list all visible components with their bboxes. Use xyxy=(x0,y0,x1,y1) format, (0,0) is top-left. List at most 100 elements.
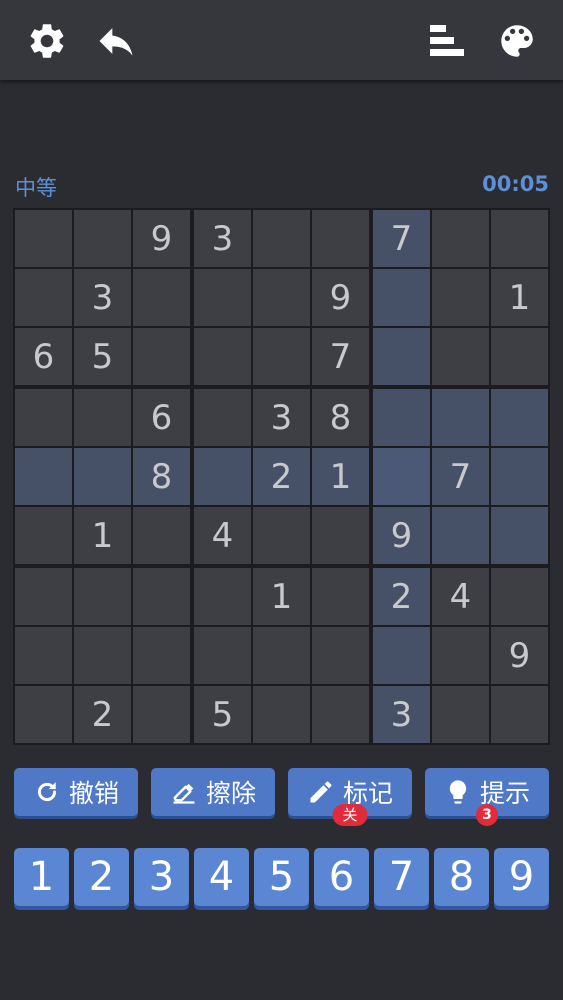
cell-r4-c7[interactable] xyxy=(373,389,430,446)
cell-r2-c5[interactable] xyxy=(253,269,310,326)
cell-r9-c1[interactable] xyxy=(15,686,72,743)
cell-r5-c1[interactable] xyxy=(15,448,72,505)
cell-r7-c5[interactable]: 1 xyxy=(253,568,310,625)
cell-r7-c8[interactable]: 4 xyxy=(432,568,489,625)
number-button-9[interactable]: 9 xyxy=(494,848,549,906)
theme-button[interactable] xyxy=(494,18,540,64)
cell-r4-c9[interactable] xyxy=(491,389,548,446)
cell-r3-c9[interactable] xyxy=(491,328,548,385)
undo-top-button[interactable] xyxy=(93,18,139,64)
cell-r4-c3[interactable]: 6 xyxy=(133,389,190,446)
cell-r2-c1[interactable] xyxy=(15,269,72,326)
cell-r9-c2[interactable]: 2 xyxy=(74,686,131,743)
cell-r9-c8[interactable] xyxy=(432,686,489,743)
cell-r6-c1[interactable] xyxy=(15,507,72,564)
stats-button[interactable] xyxy=(424,18,470,64)
top-toolbar xyxy=(0,0,563,80)
cell-r4-c4[interactable] xyxy=(194,389,251,446)
cell-r6-c8[interactable] xyxy=(432,507,489,564)
cell-r5-c4[interactable] xyxy=(194,448,251,505)
cell-r8-c7[interactable] xyxy=(373,627,430,684)
cell-r1-c6[interactable] xyxy=(312,210,369,267)
cell-r6-c2[interactable]: 1 xyxy=(74,507,131,564)
cell-r4-c1[interactable] xyxy=(15,389,72,446)
cell-r3-c1[interactable]: 6 xyxy=(15,328,72,385)
cell-r6-c6[interactable] xyxy=(312,507,369,564)
cell-r5-c3[interactable]: 8 xyxy=(133,448,190,505)
cell-r8-c9[interactable]: 9 xyxy=(491,627,548,684)
pencil-icon xyxy=(310,781,332,803)
cell-r3-c7[interactable] xyxy=(373,328,430,385)
cell-r5-c6[interactable]: 1 xyxy=(312,448,369,505)
erase-button[interactable]: 擦除 xyxy=(151,768,275,816)
undo-button[interactable]: 撤销 xyxy=(14,768,138,816)
cell-r8-c4[interactable] xyxy=(194,627,251,684)
number-button-5[interactable]: 5 xyxy=(254,848,309,906)
cell-r3-c3[interactable] xyxy=(133,328,190,385)
cell-r9-c4[interactable]: 5 xyxy=(194,686,251,743)
cell-r7-c9[interactable] xyxy=(491,568,548,625)
cell-r2-c7[interactable] xyxy=(373,269,430,326)
cell-r1-c4[interactable]: 3 xyxy=(194,210,251,267)
cell-r5-c9[interactable] xyxy=(491,448,548,505)
cell-r8-c2[interactable] xyxy=(74,627,131,684)
cell-r6-c3[interactable] xyxy=(133,507,190,564)
cell-r7-c6[interactable] xyxy=(312,568,369,625)
cell-r3-c5[interactable] xyxy=(253,328,310,385)
notes-button[interactable]: 标记 关 xyxy=(288,768,412,826)
cell-r1-c1[interactable] xyxy=(15,210,72,267)
cell-r7-c7[interactable]: 2 xyxy=(373,568,430,625)
cell-r6-c7[interactable]: 9 xyxy=(373,507,430,564)
cell-r8-c3[interactable] xyxy=(133,627,190,684)
cell-r2-c6[interactable]: 9 xyxy=(312,269,369,326)
cell-r4-c6[interactable]: 8 xyxy=(312,389,369,446)
cell-r8-c1[interactable] xyxy=(15,627,72,684)
cell-r3-c6[interactable]: 7 xyxy=(312,328,369,385)
hint-button[interactable]: 提示 3 xyxy=(425,768,549,826)
cell-r1-c5[interactable] xyxy=(253,210,310,267)
cell-r2-c2[interactable]: 3 xyxy=(74,269,131,326)
cell-r6-c4[interactable]: 4 xyxy=(194,507,251,564)
cell-r9-c3[interactable] xyxy=(133,686,190,743)
cell-r2-c8[interactable] xyxy=(432,269,489,326)
cell-r5-c5[interactable]: 2 xyxy=(253,448,310,505)
cell-r3-c4[interactable] xyxy=(194,328,251,385)
cell-r6-c5[interactable] xyxy=(253,507,310,564)
cell-r7-c1[interactable] xyxy=(15,568,72,625)
number-button-2[interactable]: 2 xyxy=(74,848,129,906)
cell-r1-c7[interactable]: 7 xyxy=(373,210,430,267)
cell-r5-c7[interactable] xyxy=(373,448,430,505)
cell-r1-c3[interactable]: 9 xyxy=(133,210,190,267)
cell-r1-c8[interactable] xyxy=(432,210,489,267)
cell-r8-c5[interactable] xyxy=(253,627,310,684)
number-button-6[interactable]: 6 xyxy=(314,848,369,906)
cell-r4-c8[interactable] xyxy=(432,389,489,446)
number-button-4[interactable]: 4 xyxy=(194,848,249,906)
number-button-8[interactable]: 8 xyxy=(434,848,489,906)
number-button-1[interactable]: 1 xyxy=(14,848,69,906)
cell-r3-c8[interactable] xyxy=(432,328,489,385)
cell-r4-c2[interactable] xyxy=(74,389,131,446)
cell-r8-c6[interactable] xyxy=(312,627,369,684)
cell-r5-c8[interactable]: 7 xyxy=(432,448,489,505)
cell-r5-c2[interactable] xyxy=(74,448,131,505)
cell-r8-c8[interactable] xyxy=(432,627,489,684)
number-button-3[interactable]: 3 xyxy=(134,848,189,906)
cell-r9-c5[interactable] xyxy=(253,686,310,743)
cell-r7-c4[interactable] xyxy=(194,568,251,625)
cell-r9-c6[interactable] xyxy=(312,686,369,743)
cell-r9-c9[interactable] xyxy=(491,686,548,743)
cell-r2-c9[interactable]: 1 xyxy=(491,269,548,326)
cell-r1-c9[interactable] xyxy=(491,210,548,267)
cell-r6-c9[interactable] xyxy=(491,507,548,564)
cell-r7-c3[interactable] xyxy=(133,568,190,625)
settings-button[interactable] xyxy=(24,18,70,64)
cell-r2-c4[interactable] xyxy=(194,269,251,326)
cell-r3-c2[interactable]: 5 xyxy=(74,328,131,385)
cell-r4-c5[interactable]: 3 xyxy=(253,389,310,446)
number-button-7[interactable]: 7 xyxy=(374,848,429,906)
cell-r2-c3[interactable] xyxy=(133,269,190,326)
cell-r9-c7[interactable]: 3 xyxy=(373,686,430,743)
cell-r7-c2[interactable] xyxy=(74,568,131,625)
cell-r1-c2[interactable] xyxy=(74,210,131,267)
